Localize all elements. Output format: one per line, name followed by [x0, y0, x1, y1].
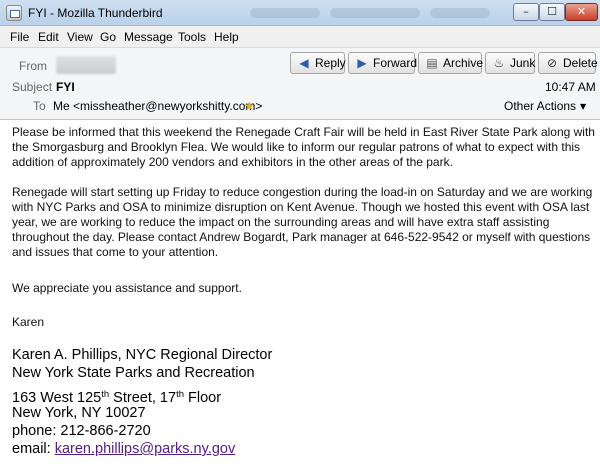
to-label: To: [33, 99, 46, 113]
body-line: with NYC Parks and OSA to minimize disru…: [12, 200, 590, 214]
paragraph-3: We appreciate you assistance and support…: [12, 281, 242, 295]
address-sup: th: [101, 389, 110, 400]
paragraph-4: Karen: [12, 315, 45, 329]
reply-arrow-icon: ◀: [299, 56, 309, 70]
blurred-background-text: [430, 8, 490, 18]
delete-no-icon: ⊘: [546, 56, 558, 70]
signature-org: New York State Parks and Recreation: [12, 365, 255, 381]
signature-name: Karen A. Phillips, NYC Regional Director: [12, 347, 273, 363]
subject-label: Subject: [12, 80, 53, 94]
forward-arrow-icon: ▶: [357, 56, 367, 70]
address-part: Floor: [184, 390, 222, 406]
message-header: From ◀ Reply ▶ Forward ▤ Archive ♨ Junk …: [0, 48, 600, 120]
blurred-background-text: [330, 8, 420, 18]
reply-button[interactable]: ◀ Reply: [290, 52, 346, 74]
junk-label: Junk: [510, 56, 536, 70]
blurred-background-text: [250, 8, 320, 18]
to-recipient[interactable]: Me <missheather@newyorkshitty.com>: [53, 99, 262, 113]
body-line: year, we are working to reduce the impac…: [12, 215, 550, 229]
menu-edit[interactable]: Edit: [38, 30, 59, 44]
menu-view[interactable]: View: [67, 30, 93, 44]
subject-value: FYI: [56, 80, 75, 94]
signature-email: email: karen.phillips@parks.ny.gov: [12, 440, 235, 458]
thunderbird-app-icon: [6, 5, 22, 21]
email-label: email:: [12, 441, 55, 457]
menu-go[interactable]: Go: [100, 30, 116, 44]
delete-button[interactable]: ⊘ Delete: [538, 52, 598, 74]
from-label: From: [19, 59, 47, 73]
other-actions-label: Other Actions: [504, 99, 577, 113]
minimize-button[interactable]: –: [513, 3, 539, 21]
junk-flame-icon: ♨: [493, 56, 505, 70]
paragraph-1: Please be informed that this weekend the…: [12, 125, 597, 170]
email-link[interactable]: karen.phillips@parks.ny.gov: [55, 441, 235, 457]
star-icon[interactable]: ★: [244, 99, 255, 113]
menu-tools[interactable]: Tools: [178, 30, 206, 44]
signature-phone: phone: 212-866-2720: [12, 423, 151, 439]
menu-file[interactable]: File: [10, 30, 29, 44]
close-button[interactable]: ✕: [565, 3, 598, 21]
title-bar: FYI - Mozilla Thunderbird – ☐ ✕: [0, 0, 600, 26]
window-title: FYI - Mozilla Thunderbird: [28, 6, 163, 20]
paragraph-2: Renegade will start setting up Friday to…: [12, 185, 597, 260]
message-body: Please be informed that this weekend the…: [0, 121, 600, 466]
address-sup: th: [176, 389, 184, 400]
body-line: Renegade will start setting up Friday to…: [12, 185, 593, 199]
forward-label: Forward: [373, 56, 418, 70]
other-actions-dropdown[interactable]: Other Actions ▼: [504, 99, 586, 113]
menu-help[interactable]: Help: [214, 30, 239, 44]
body-line: Please be informed that this weekend the…: [12, 125, 595, 139]
body-line: the Smorgasburg and Brooklyn Flea. We wo…: [12, 140, 581, 154]
junk-button[interactable]: ♨ Junk: [485, 52, 535, 74]
archive-label: Archive: [443, 56, 484, 70]
archive-box-icon: ▤: [426, 56, 438, 70]
menu-bar: File Edit View Go Message Tools Help: [0, 26, 600, 48]
from-sender-redacted: [56, 56, 116, 74]
delete-label: Delete: [563, 56, 598, 70]
forward-button[interactable]: ▶ Forward: [348, 52, 418, 74]
body-line: throughout the day. Please contact Andre…: [12, 230, 591, 244]
chevron-down-icon: ▼: [580, 102, 587, 111]
body-line: addition of approximately 200 vendors an…: [12, 155, 453, 169]
signature-city: New York, NY 10027: [12, 405, 146, 421]
archive-button[interactable]: ▤ Archive: [418, 52, 484, 74]
body-line: and issues that come to your attention.: [12, 245, 219, 259]
reply-label: Reply: [315, 56, 346, 70]
menu-message[interactable]: Message: [124, 30, 173, 44]
maximize-button[interactable]: ☐: [539, 3, 565, 21]
message-time: 10:47 AM: [545, 80, 596, 94]
